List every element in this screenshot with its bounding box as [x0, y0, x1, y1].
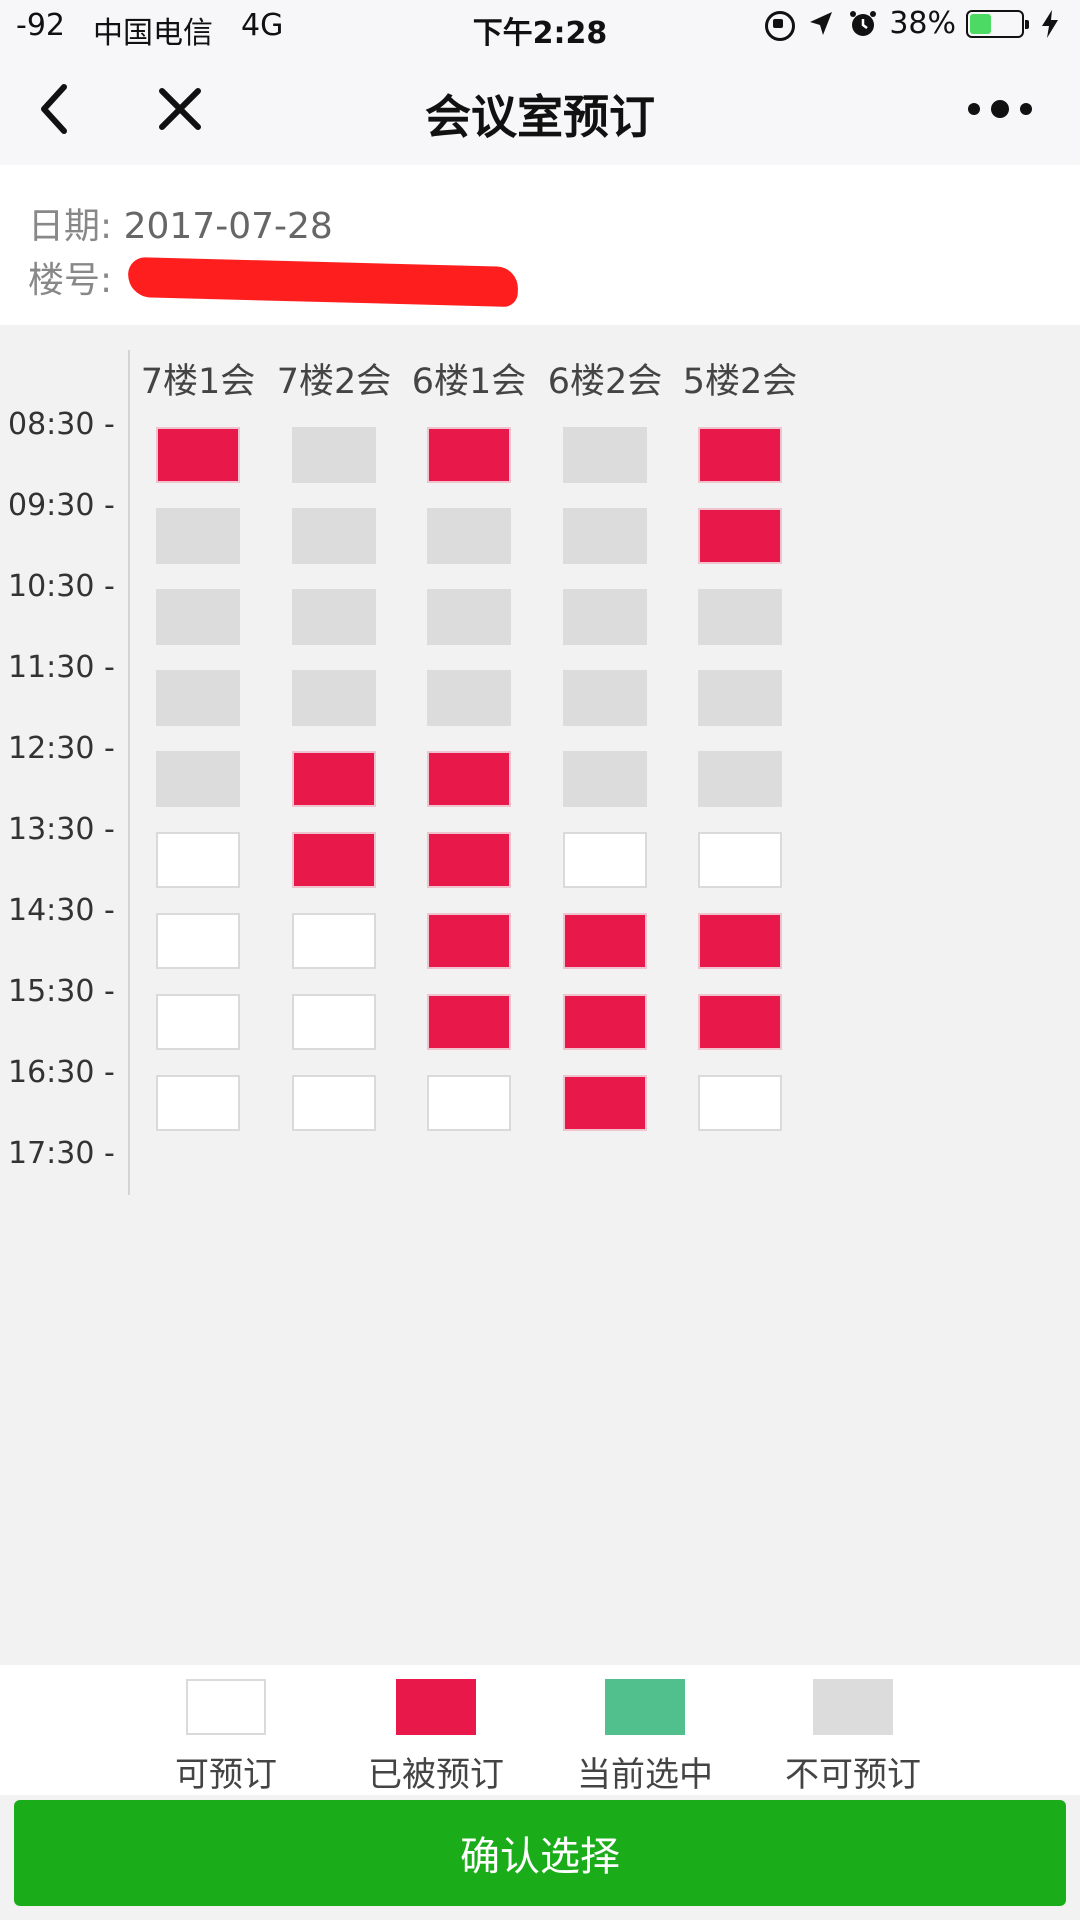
slot-available[interactable] — [156, 994, 240, 1050]
slot-unavailable — [698, 670, 782, 726]
slot-available[interactable] — [427, 1075, 511, 1131]
slot-unavailable — [563, 508, 647, 564]
legend-available: 可预订 — [126, 1679, 326, 1796]
time-label: 17:30 - — [8, 1136, 115, 1171]
nav-bar: 会议室预订 — [0, 55, 1080, 165]
slot-unavailable — [292, 508, 376, 564]
status-right: 38% — [763, 6, 1066, 41]
slot-unavailable — [427, 508, 511, 564]
slot-booked — [698, 994, 782, 1050]
time-label: 14:30 - — [8, 893, 115, 928]
slot-available[interactable] — [563, 832, 647, 888]
room-header: 6楼2会 — [547, 362, 663, 402]
slot-available[interactable] — [292, 994, 376, 1050]
slot-available[interactable] — [156, 832, 240, 888]
slot-booked — [427, 427, 511, 483]
rotation-lock-icon — [763, 8, 796, 41]
legend-label-booked: 已被预订 — [368, 1755, 504, 1795]
room-header: 6楼1会 — [411, 362, 527, 402]
building-row: 楼号: — [28, 251, 519, 308]
legend: 可预订 已被预订 当前选中 不可预订 — [0, 1665, 1080, 1795]
slot-unavailable — [292, 427, 376, 483]
slot-available[interactable] — [156, 913, 240, 969]
slot-booked — [698, 508, 782, 564]
booking-grid: 7楼1会 7楼2会 6楼1会 6楼2会 5楼2会 08:30 - 09:30 - 10:30 … — [0, 325, 1080, 1665]
slot-available[interactable] — [156, 1075, 240, 1131]
slot-booked — [427, 913, 511, 969]
room-header: 7楼1会 — [140, 362, 256, 402]
slot-unavailable — [292, 670, 376, 726]
legend-selected: 当前选中 — [545, 1679, 745, 1796]
slot-booked — [156, 427, 240, 483]
legend-label-unavailable: 不可预订 — [785, 1755, 921, 1795]
slot-available[interactable] — [698, 1075, 782, 1131]
time-label: 10:30 - — [8, 569, 115, 604]
room-header: 7楼2会 — [276, 362, 392, 402]
more-button[interactable] — [960, 79, 1040, 139]
slot-unavailable — [156, 508, 240, 564]
slot-booked — [698, 913, 782, 969]
slot-unavailable — [563, 427, 647, 483]
status-bar: -92 中国电信 4G 下午2:28 38% — [0, 0, 1080, 55]
slot-unavailable — [698, 589, 782, 645]
slot-unavailable — [156, 751, 240, 807]
time-label: 08:30 - — [8, 407, 115, 442]
slot-unavailable — [563, 751, 647, 807]
time-label: 13:30 - — [8, 812, 115, 847]
alarm-icon — [847, 8, 879, 40]
slot-unavailable — [427, 589, 511, 645]
info-panel: 日期: 2017-07-28 楼号: — [0, 165, 1080, 325]
slot-booked — [292, 832, 376, 888]
building-label: 楼号: — [28, 260, 113, 301]
legend-swatch-booked — [396, 1679, 476, 1735]
time-label: 11:30 - — [8, 650, 115, 685]
legend-booked: 已被预订 — [336, 1679, 536, 1796]
legend-swatch-unavailable — [813, 1679, 893, 1735]
date-row: 日期: 2017-07-28 — [28, 197, 333, 249]
slot-booked — [292, 751, 376, 807]
slot-available[interactable] — [292, 1075, 376, 1131]
slot-booked — [563, 913, 647, 969]
slot-unavailable — [292, 589, 376, 645]
slot-unavailable — [563, 589, 647, 645]
page-title: 会议室预订 — [425, 90, 655, 144]
slot-booked — [698, 427, 782, 483]
confirm-button[interactable]: 确认选择 — [14, 1800, 1066, 1906]
slot-booked — [563, 994, 647, 1050]
time-label: 12:30 - — [8, 731, 115, 766]
slot-unavailable — [427, 670, 511, 726]
legend-swatch-available — [186, 1679, 266, 1735]
time-label: 16:30 - — [8, 1055, 115, 1090]
more-dots-icon — [968, 100, 1032, 118]
slot-booked — [427, 994, 511, 1050]
time-label: 15:30 - — [8, 974, 115, 1009]
battery-icon — [966, 9, 1029, 38]
slot-unavailable — [156, 589, 240, 645]
legend-label-available: 可预订 — [175, 1755, 277, 1795]
room-header: 5楼2会 — [682, 362, 798, 402]
redacted-building-value — [127, 256, 519, 308]
charging-bolt-icon — [1034, 8, 1066, 40]
date-label: 日期: — [28, 206, 113, 247]
date-value: 2017-07-28 — [123, 206, 333, 247]
slot-available[interactable] — [698, 832, 782, 888]
legend-unavailable: 不可预订 — [753, 1679, 953, 1796]
battery-percent: 38% — [889, 6, 956, 41]
location-arrow-icon — [805, 8, 837, 40]
grid-divider — [128, 350, 130, 1195]
slot-booked — [427, 832, 511, 888]
slot-booked — [563, 1075, 647, 1131]
time-label: 09:30 - — [8, 488, 115, 523]
battery-level — [970, 13, 991, 34]
legend-label-selected: 当前选中 — [577, 1755, 713, 1795]
slot-booked — [427, 751, 511, 807]
slot-unavailable — [156, 670, 240, 726]
slot-unavailable — [563, 670, 647, 726]
slot-unavailable — [698, 751, 782, 807]
legend-swatch-selected — [605, 1679, 685, 1735]
slot-available[interactable] — [292, 913, 376, 969]
